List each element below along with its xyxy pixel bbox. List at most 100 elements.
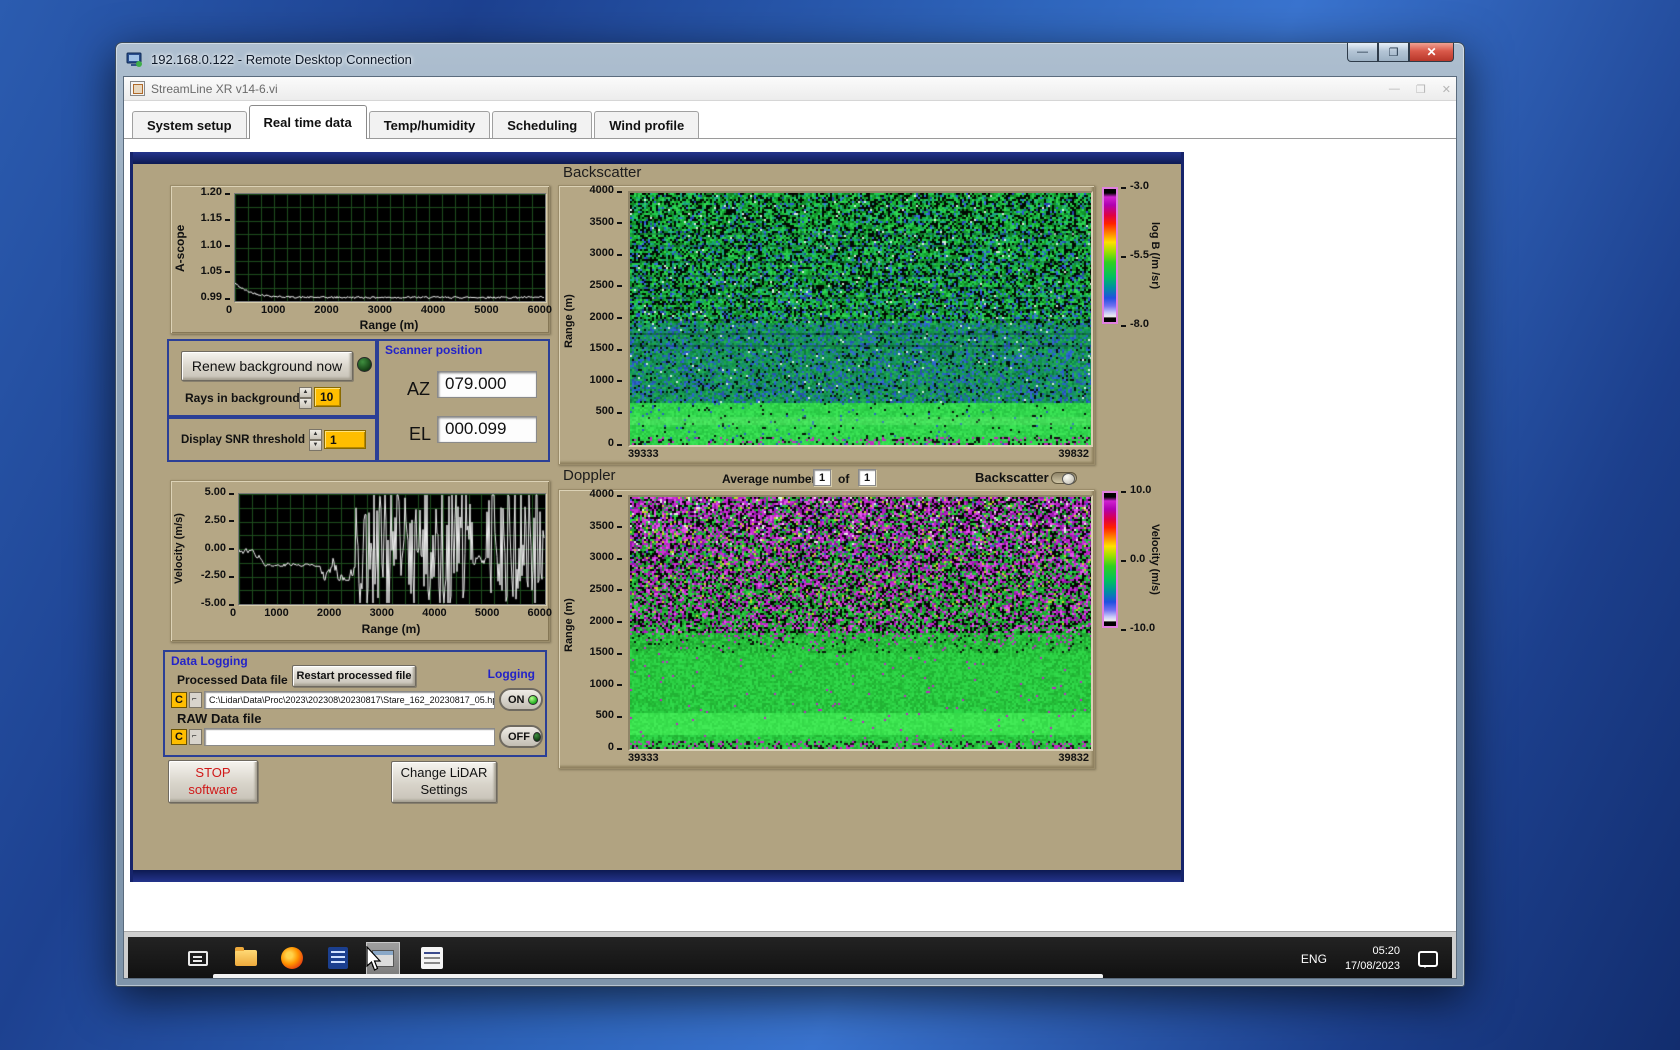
backscatter-x-last: 39832 [1058, 448, 1089, 460]
restart-processed-file-button[interactable]: Restart processed file [292, 665, 416, 687]
change-lidar-settings-button[interactable]: Change LiDAR Settings [391, 761, 497, 803]
raw-path-field[interactable] [204, 728, 495, 746]
desktop-peek-icon[interactable] [184, 944, 212, 972]
doppler-ylabel: Range (m) [563, 598, 575, 652]
ascope-xlabel: Range (m) [359, 318, 419, 332]
backscatter-yticks: 4000 3500 3000 2500 2000 1500 1000 500 0 [583, 185, 623, 449]
app-titlebar[interactable]: StreamLine XR v14-6.vi — ❐ ✕ [124, 77, 1456, 101]
doppler-colorbar-unit: Velocity (m/s) [1149, 524, 1161, 595]
data-logging-title: Data Logging [171, 654, 248, 668]
velocity-xticks: 0 1000 2000 3000 4000 5000 6000 [230, 607, 552, 619]
processed-drive-box[interactable]: C [171, 692, 187, 708]
rdp-maximize-button[interactable]: ❐ [1378, 43, 1409, 62]
average-number-field[interactable]: 1 [813, 469, 831, 486]
scanner-position-box: Scanner position AZ 079.000 EL 000.099 [377, 339, 550, 462]
tab-system-setup[interactable]: System setup [132, 111, 247, 138]
backscatter-xlabels: 39333 39832 [628, 448, 1089, 460]
backscatter-doppler-toggle[interactable] [1051, 472, 1077, 485]
mouse-cursor [366, 946, 382, 971]
raw-data-file-label: RAW Data file [177, 711, 262, 726]
rdp-close-button[interactable]: ✕ [1409, 43, 1454, 62]
velocity-graph-box: Velocity (m/s) 5.00 2.50 0.00 -2.50 -5.00 01… [170, 480, 552, 642]
ascope-xticks: 0 1000 2000 3000 4000 5000 6000 [226, 304, 552, 316]
vi-file-icon [130, 81, 145, 96]
rdp-window-title: 192.168.0.122 - Remote Desktop Connectio… [151, 52, 412, 67]
horizontal-scrollbar[interactable] [213, 974, 1103, 978]
app-close-icon[interactable]: ✕ [1442, 83, 1451, 96]
processed-path-row: C C:\Lidar\Data\Proc\2023\202308\2023081… [171, 691, 495, 709]
renew-background-led [357, 357, 372, 372]
app-minimize-icon[interactable]: — [1389, 83, 1400, 95]
data-logging-box: Data Logging Processed Data file Restart… [163, 650, 547, 757]
velocity-ylabel: Velocity (m/s) [173, 513, 185, 585]
velocity-yticks: 5.00 2.50 0.00 -2.50 -5.00 [189, 487, 235, 609]
raw-browse-icon[interactable] [189, 729, 202, 745]
action-center-icon[interactable] [1418, 950, 1438, 968]
processed-path-field[interactable]: C:\Lidar\Data\Proc\2023\202308\20230817\… [204, 691, 495, 709]
clock-date: 17/08/2023 [1344, 959, 1400, 972]
panel-top-band [133, 152, 1181, 164]
doppler-graph-frame: Range (m) 4000 3500 3000 2500 2000 1500 1000 50… [558, 489, 1095, 769]
backscatter-ylabel: Range (m) [563, 294, 575, 348]
backscatter-colorbar-ticks: -3.0 -5.5 -8.0 [1121, 181, 1149, 330]
rays-in-background-label: Rays in background [185, 391, 300, 405]
background-controls-box: Renew background now Rays in background … [167, 339, 377, 417]
labview-front-panel: A-scope 1.20 1.15 1.10 1.05 0.99 0 1000 2000 30… [130, 152, 1184, 882]
tab-temp-humidity[interactable]: Temp/humidity [368, 111, 491, 138]
document-app-icon[interactable] [324, 944, 352, 972]
language-indicator[interactable]: ENG [1301, 952, 1327, 966]
processed-logging-on-button[interactable]: ON [499, 688, 543, 711]
scanner-position-title: Scanner position [385, 343, 483, 357]
doppler-colorbar [1102, 491, 1118, 628]
tab-scheduling[interactable]: Scheduling [492, 111, 593, 138]
snr-value-field[interactable]: 1 [324, 430, 366, 449]
renew-background-button[interactable]: Renew background now [181, 351, 353, 381]
streamline-app-window: StreamLine XR v14-6.vi — ❐ ✕ System setu… [124, 77, 1456, 932]
snr-spinner[interactable]: ▲ ▼ [309, 429, 322, 451]
of-label: of [838, 472, 850, 486]
tab-real-time-data[interactable]: Real time data [248, 105, 367, 139]
backscatter-heatmap [628, 191, 1093, 447]
rdp-titlebar[interactable]: 192.168.0.122 - Remote Desktop Connectio… [116, 43, 1464, 76]
file-explorer-icon[interactable] [232, 944, 260, 972]
desktop-background: 192.168.0.122 - Remote Desktop Connectio… [0, 0, 1680, 1050]
doppler-xlabels: 39333 39832 [628, 752, 1089, 764]
tab-wind-profile[interactable]: Wind profile [594, 111, 700, 138]
raw-path-row: C [171, 728, 495, 746]
app-restore-icon[interactable]: ❐ [1416, 83, 1426, 96]
average-number-label: Average number [722, 472, 817, 486]
backscatter-colorbar-unit: log B (/m /sr) [1149, 221, 1161, 290]
raw-drive-box[interactable]: C [171, 729, 187, 745]
backscatter-title: Backscatter [563, 164, 642, 181]
backscatter-colorbar [1102, 187, 1118, 324]
el-value-field[interactable]: 000.099 [437, 416, 537, 443]
processed-browse-icon[interactable] [189, 692, 202, 708]
backscatter-toggle-label: Backscatter [975, 470, 1049, 485]
clock[interactable]: 05:20 17/08/2023 [1345, 944, 1400, 974]
stop-software-button[interactable]: STOP software [168, 760, 258, 803]
rdp-minimize-button[interactable]: — [1347, 43, 1378, 62]
doppler-heatmap [628, 495, 1093, 751]
scheduler-app-icon[interactable] [418, 944, 446, 972]
app-title: StreamLine XR v14-6.vi [151, 81, 278, 96]
remote-taskbar: ENG 05:20 17/08/2023 [128, 937, 1452, 978]
backscatter-x-first: 39333 [628, 448, 659, 460]
processed-data-file-label: Processed Data file [177, 673, 288, 687]
rays-value-field[interactable]: 10 [314, 387, 341, 407]
snr-threshold-label: Display SNR threshold [181, 434, 305, 446]
panel-bottom-band [133, 870, 1181, 882]
firefox-icon[interactable] [278, 944, 306, 972]
on-led [527, 694, 538, 705]
average-total-field[interactable]: 1 [858, 469, 876, 486]
clock-time: 05:20 [1372, 944, 1400, 957]
el-label: EL [409, 424, 432, 444]
raw-logging-off-button[interactable]: OFF [499, 725, 543, 748]
az-value-field[interactable]: 079.000 [437, 371, 537, 398]
doppler-title: Doppler [563, 467, 616, 484]
rays-spinner[interactable]: ▲ ▼ [299, 387, 312, 409]
az-label: AZ [407, 379, 431, 399]
ascope-yticks: 1.20 1.15 1.10 1.05 0.99 [189, 187, 231, 303]
velocity-plot [238, 493, 546, 605]
logging-label: Logging [487, 667, 535, 681]
doppler-x-last: 39832 [1058, 752, 1089, 764]
